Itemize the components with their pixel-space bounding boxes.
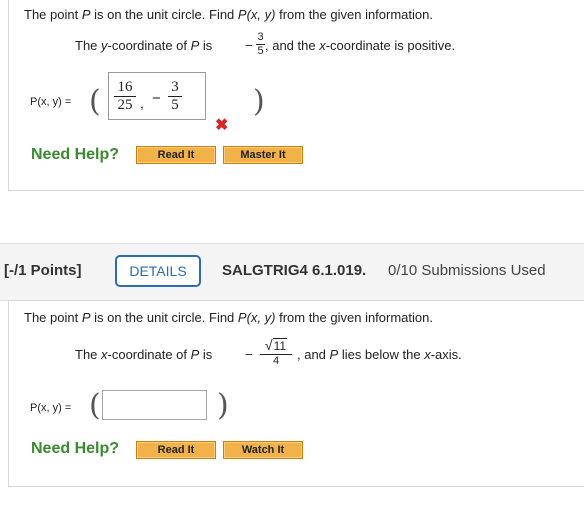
q1-answer-x-denominator: 25: [117, 97, 133, 113]
q1-prompt-text-2: is on the unit circle. Find: [90, 7, 238, 22]
q1-given-point: P: [190, 38, 200, 53]
q2-given-text-2: -coordinate of: [107, 347, 191, 362]
q2-given-fraction: √11 4: [256, 337, 296, 368]
q1-given-tail-text: , and the: [265, 38, 320, 53]
q2-given: The x-coordinate of P is: [75, 347, 212, 362]
q1-given-minus: −: [245, 38, 253, 53]
q1-prompt-text-3: from the given information.: [275, 7, 433, 22]
q1-need-help-label: Need Help?: [31, 146, 120, 163]
q2-prompt-point: P: [81, 310, 91, 325]
question-header: [-/1 Points] DETAILS SALGTRIG4 6.1.019. …: [0, 243, 584, 301]
q1-answer-comma: ,: [140, 95, 144, 111]
q2-prompt-function: P(x, y): [237, 310, 276, 325]
q1-answer-y-denominator: 5: [171, 97, 179, 113]
q1-answer-x-fraction: 16 25: [114, 80, 136, 113]
q2-prompt-text-3: from the given information.: [275, 310, 433, 325]
q1-given-numerator: 3: [257, 31, 264, 43]
q1-given-denominator: 5: [257, 45, 264, 57]
q2-given-text-3: is: [199, 347, 213, 362]
q1-given-text-3: is: [199, 38, 213, 53]
q1-answer-y-numerator: 3: [171, 79, 179, 95]
q2-given-tail-text-2: lies below the: [338, 347, 425, 362]
q2-need-help-label: Need Help?: [31, 440, 120, 457]
q1-close-paren: ): [253, 84, 265, 119]
q1-prompt: The point P is on the unit circle. Find …: [24, 7, 433, 22]
q2-given-tail: , and P lies below the x-axis.: [297, 347, 462, 362]
incorrect-x-icon: ✖: [215, 117, 229, 134]
q2-given-tail-text-3: -axis.: [430, 347, 462, 362]
q2-prompt-text-2: is on the unit circle. Find: [90, 310, 238, 325]
q2-watch-it-button[interactable]: Watch It: [223, 441, 303, 459]
q2-answer-input[interactable]: [102, 390, 207, 420]
q2-given-radicand: 11: [272, 338, 288, 353]
q2-read-it-button[interactable]: Read It: [136, 441, 216, 459]
q1-answer-x-numerator: 16: [117, 79, 133, 95]
details-button[interactable]: DETAILS: [115, 255, 201, 287]
q2-given-minus: −: [245, 347, 253, 362]
q2-close-paren: ): [217, 388, 229, 423]
q2-given-text: The: [75, 347, 102, 362]
q1-given-text: The: [75, 38, 102, 53]
q1-given-text-2: -coordinate of: [107, 38, 191, 53]
q2-prompt-text: The point: [24, 310, 82, 325]
q2-given-point: P: [190, 347, 200, 362]
q1-given-tail: , and the x-coordinate is positive.: [265, 38, 455, 53]
q2-prompt: The point P is on the unit circle. Find …: [24, 310, 433, 325]
q2-given-sqrt-sign: √: [264, 337, 273, 353]
q1-prompt-text: The point: [24, 7, 82, 22]
question-code: SALGTRIG4 6.1.019.: [222, 262, 367, 279]
q2-given-tail-point: P: [329, 347, 339, 362]
q2-given-denominator: 4: [272, 355, 280, 367]
q1-answer-label: P(x, y) =: [30, 96, 72, 108]
q1-given: The y-coordinate of P is: [75, 38, 212, 53]
points-label: [-/1 Points]: [4, 262, 82, 279]
q2-given-radical: √11: [256, 337, 296, 353]
q1-prompt-function: P(x, y): [237, 7, 276, 22]
q1-open-paren: (: [89, 84, 101, 119]
q1-master-it-button[interactable]: Master It: [223, 146, 303, 164]
q2-open-paren: (: [89, 388, 101, 423]
q2-given-tail-text: , and: [297, 347, 330, 362]
q1-given-fraction: 3 5: [256, 32, 265, 57]
submissions-used: 0/10 Submissions Used: [388, 262, 546, 279]
q1-given-tail-text-2: -coordinate is positive.: [325, 38, 456, 53]
q1-answer-y-fraction: 3 5: [168, 80, 182, 113]
q1-prompt-point: P: [81, 7, 91, 22]
q1-answer-minus: −: [152, 90, 161, 107]
q1-read-it-button[interactable]: Read It: [136, 146, 216, 164]
q2-answer-label: P(x, y) =: [30, 402, 72, 414]
